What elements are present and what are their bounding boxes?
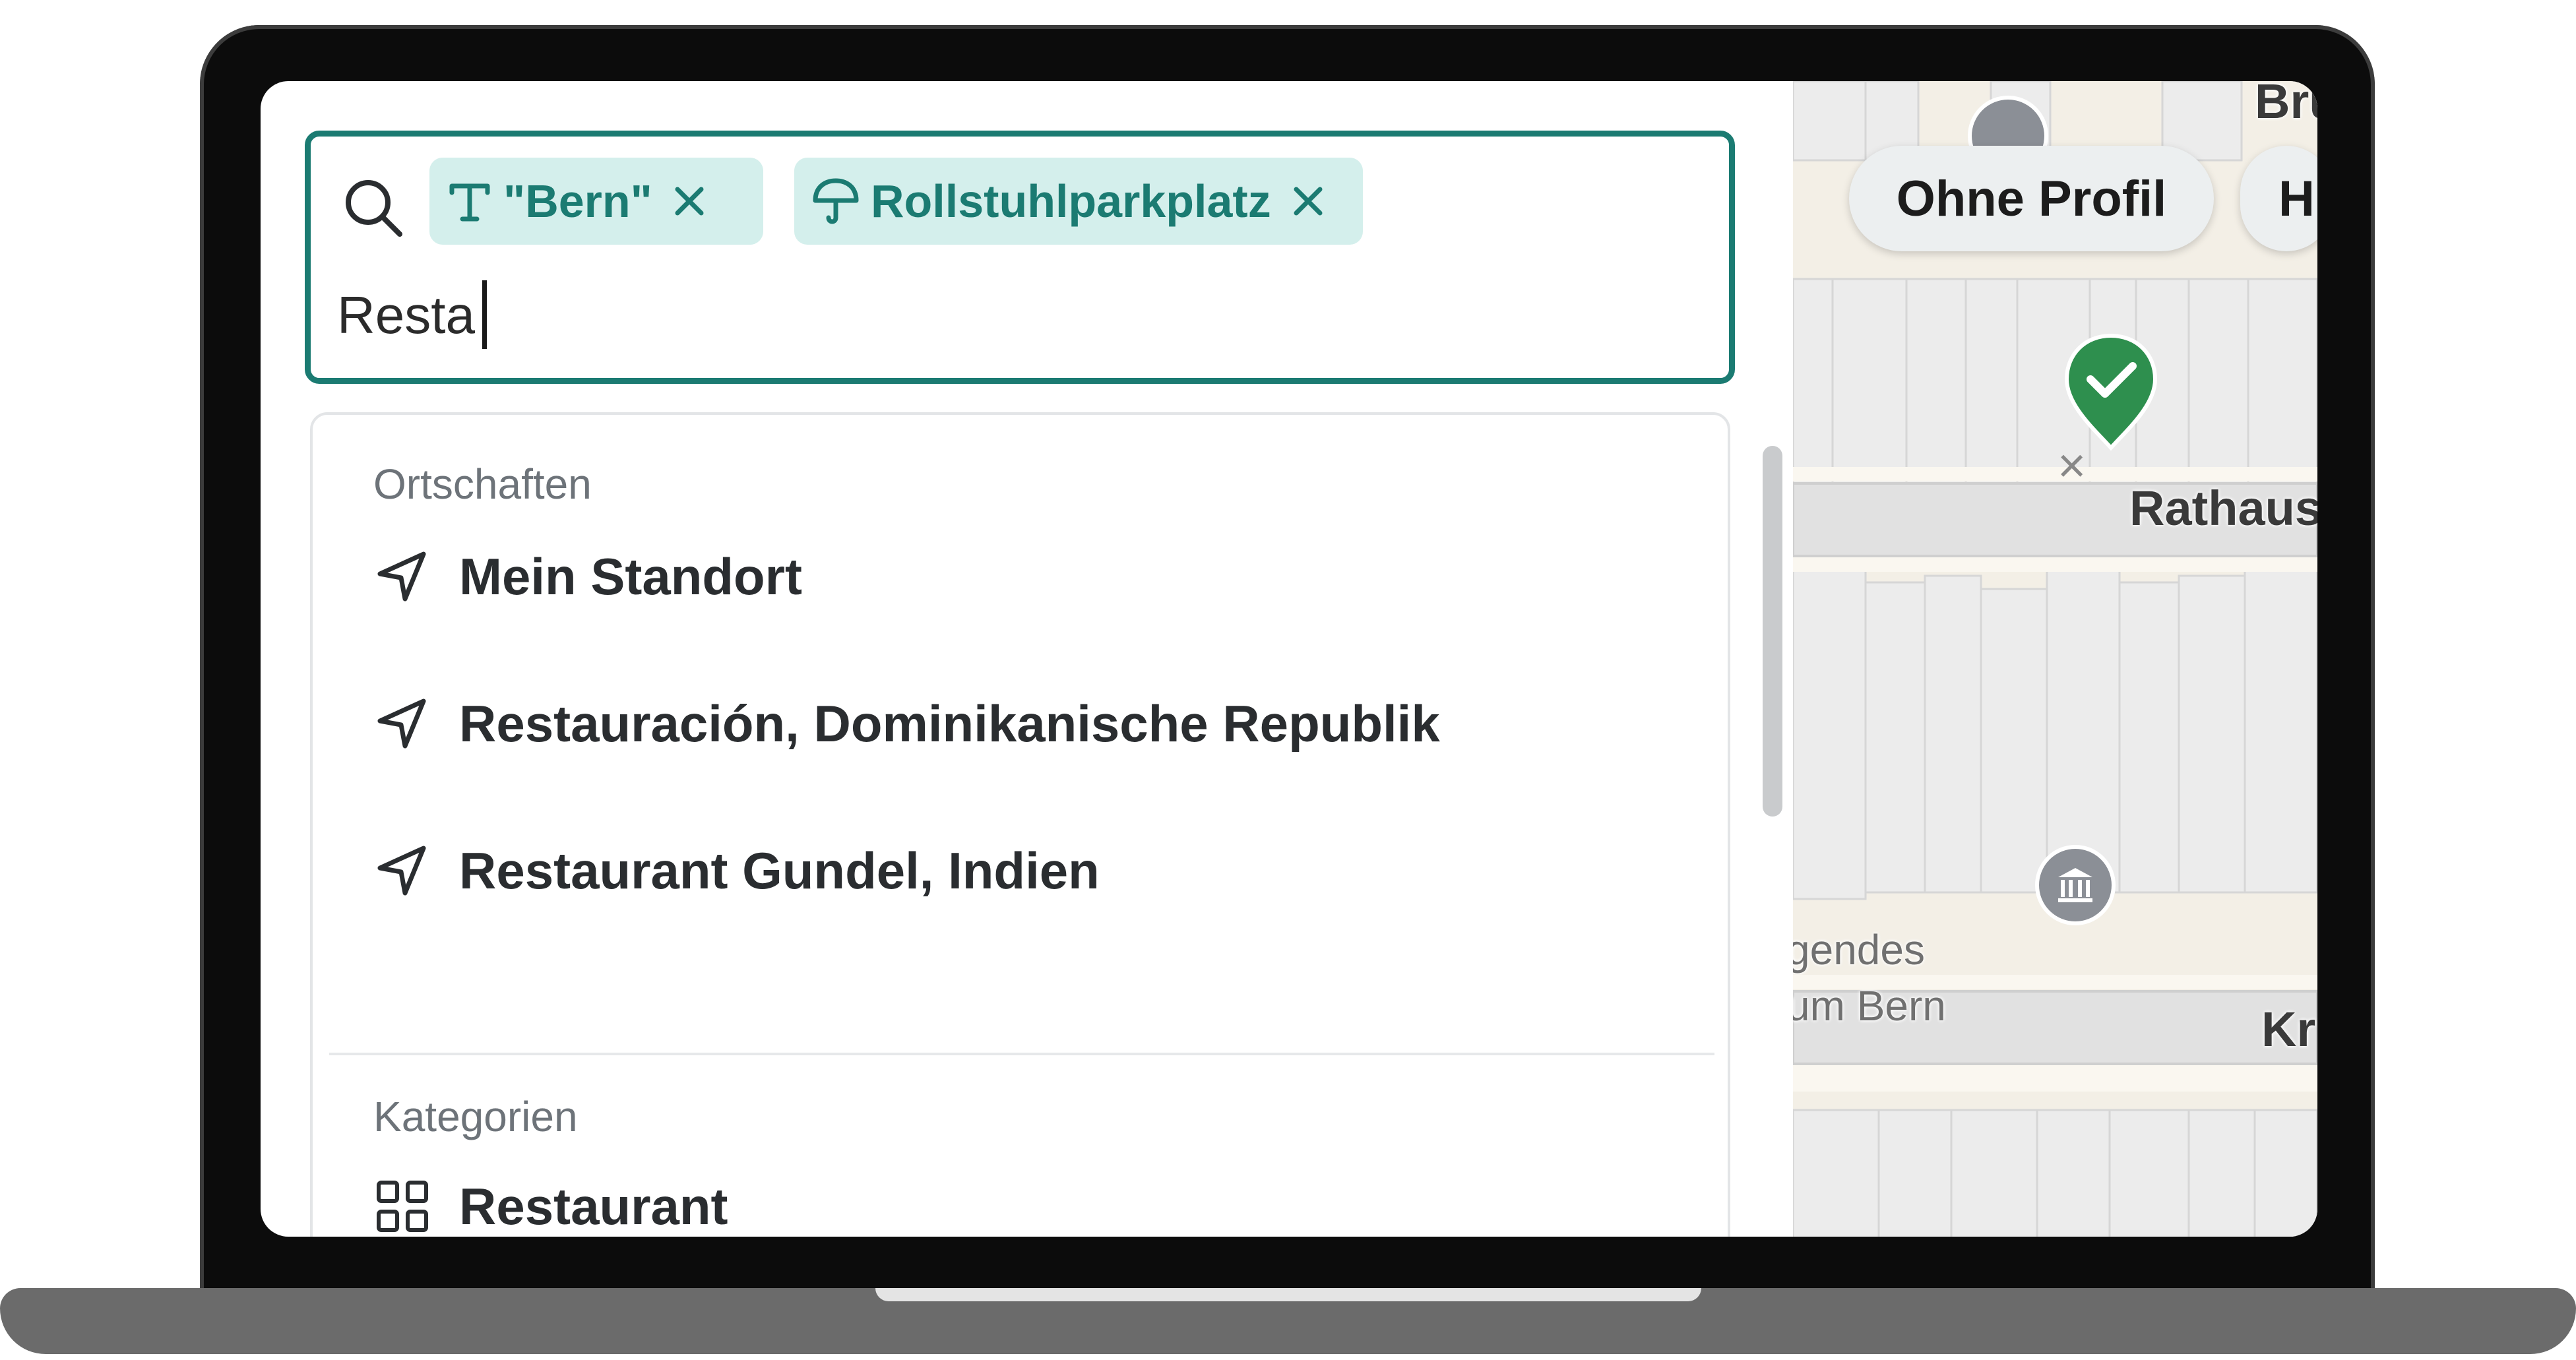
grid-icon [377,1181,428,1232]
map-label-top: Brü [2255,81,2317,129]
search-box[interactable]: "Bern" Rollstuhlparkplatz [305,131,1735,384]
search-input[interactable] [336,275,1697,355]
text-caret [482,280,487,349]
suggestion-restauracion[interactable]: Restauración, Dominikanische Republik [373,664,1693,783]
suggestion-label: Restaurant [459,1177,728,1235]
map-label-poi-2: um Bern [1793,982,1946,1030]
text-icon [449,183,490,222]
filter-chip-text[interactable]: "Bern" [429,158,763,245]
umbrella-icon [813,178,859,224]
filter-chip-text-label: "Bern" [503,175,652,227]
map[interactable]: Brü Rathaus Kr gendes um Bern Ohne Profi… [1793,81,2317,1237]
section-title-ortschaften: Ortschaften [373,460,592,508]
map-label-poi-1: gendes [1793,926,1925,974]
location-arrow-icon [377,698,426,749]
chip-remove-icon[interactable] [1288,181,1328,221]
search-suggestions-dropdown: Ortschaften Mein Standort Restauración, … [310,412,1730,1237]
filter-chip-accessibility-label: Rollstuhlparkplatz [871,175,1271,227]
location-arrow-icon [377,846,426,896]
chip-remove-icon[interactable] [670,181,709,221]
suggestion-category-restaurant[interactable]: Restaurant [373,1147,1693,1237]
section-divider [329,1053,1714,1055]
suggestion-mein-standort[interactable]: Mein Standort [373,517,1693,636]
suggestion-label: Restaurant Gundel, Indien [459,841,1100,900]
suggestion-label: Restauración, Dominikanische Republik [459,694,1440,753]
suggestion-label: Mein Standort [459,547,802,605]
search-icon [346,180,402,237]
map-buildings [1793,81,2317,1237]
profile-button-h[interactable]: H [2240,146,2317,251]
filter-chip-accessibility[interactable]: Rollstuhlparkplatz [794,158,1363,245]
map-label-street-1: Rathaus [2129,481,2317,536]
suggestion-restaurant-gundel[interactable]: Restaurant Gundel, Indien [373,811,1693,930]
section-title-kategorien: Kategorien [373,1093,578,1140]
location-arrow-icon [377,551,426,602]
dropdown-scrollbar[interactable] [1763,446,1782,817]
map-label-street-2: Kr [2261,1002,2316,1057]
laptop-notch [875,1288,1701,1301]
map-cross-marker: × [2058,438,2087,493]
screen: Brü Rathaus Kr gendes um Bern Ohne Profi… [261,81,2317,1237]
profile-button-ohne-profil[interactable]: Ohne Profil [1849,146,2214,251]
museum-icon[interactable] [2035,845,2116,925]
